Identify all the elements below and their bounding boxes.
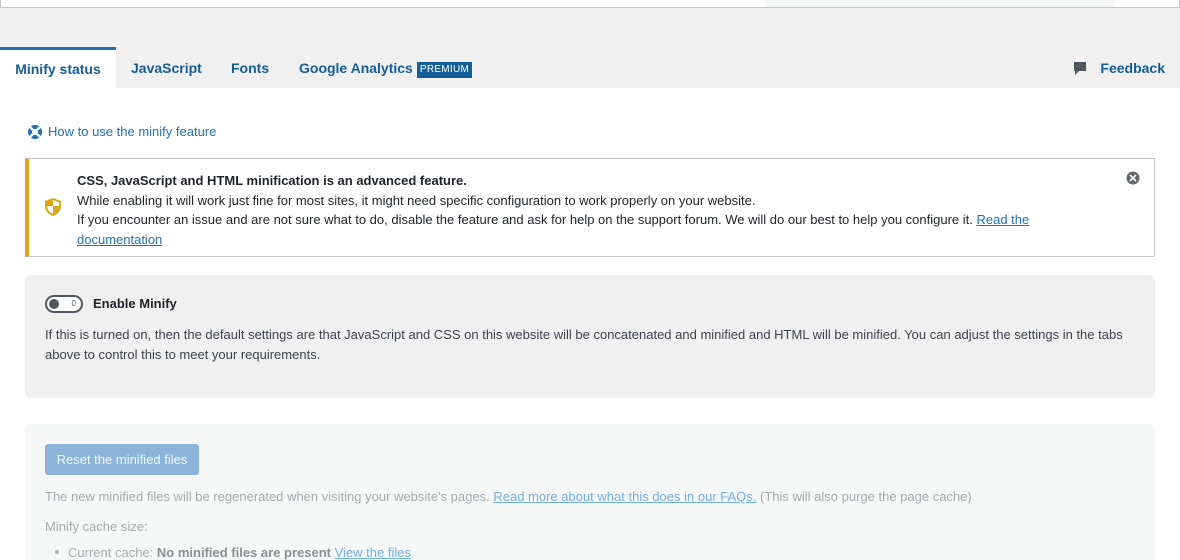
tab-javascript[interactable]: JavaScript xyxy=(131,47,202,88)
feedback-label: Feedback xyxy=(1100,60,1165,76)
tab-bar: Minify status JavaScript Fonts Google An… xyxy=(0,47,1180,88)
reset-description: The new minified files will be regenerat… xyxy=(45,489,972,504)
warning-notice: CSS, JavaScript and HTML minification is… xyxy=(25,158,1155,257)
top-bar xyxy=(0,0,1180,8)
enable-minify-description: If this is turned on, then the default s… xyxy=(45,327,1123,362)
top-strip-right xyxy=(765,0,1115,7)
close-icon[interactable] xyxy=(1126,171,1140,185)
toggle-knob xyxy=(49,299,59,309)
bullet xyxy=(55,550,59,554)
reset-text-before: The new minified files will be regenerat… xyxy=(45,489,490,504)
current-cache-label: Current cache: xyxy=(68,545,154,560)
current-cache-value: No minified files are present xyxy=(156,545,331,560)
notice-line2: If you encounter an issue and are not su… xyxy=(77,210,1067,249)
reset-panel: Reset the minified files The new minifie… xyxy=(25,424,1155,560)
reset-text-after: (This will also purge the page cache) xyxy=(760,489,972,504)
enable-minify-panel: 0 Enable Minify If this is turned on, th… xyxy=(25,275,1155,398)
tab-google-analytics-label: Google Analytics xyxy=(299,60,413,76)
tab-minify-status[interactable]: Minify status xyxy=(0,47,116,88)
tab-google-analytics[interactable]: Google Analytics PREMIUM xyxy=(299,47,473,88)
notice-title: CSS, JavaScript and HTML minification is… xyxy=(77,173,467,188)
notice-text: CSS, JavaScript and HTML minification is… xyxy=(77,171,1067,249)
view-files-link[interactable]: View the files xyxy=(335,545,411,560)
main-content: How to use the minify feature CSS, JavaS… xyxy=(0,88,1180,560)
notice-line1: While enabling it will work just fine fo… xyxy=(77,192,756,208)
enable-minify-toggle[interactable]: 0 xyxy=(45,295,83,313)
cache-size-label: Minify cache size: xyxy=(45,519,148,534)
reset-minified-button[interactable]: Reset the minified files xyxy=(45,444,199,475)
feedback-link[interactable]: Feedback xyxy=(1074,47,1165,88)
premium-badge: PREMIUM xyxy=(416,62,473,78)
tab-fonts[interactable]: Fonts xyxy=(231,47,269,88)
howto-label: How to use the minify feature xyxy=(48,124,217,139)
toggle-state: 0 xyxy=(71,299,76,308)
feedback-icon xyxy=(1074,62,1087,75)
notice-line2-text: If you encounter an issue and are not su… xyxy=(77,212,973,227)
shield-icon xyxy=(45,198,61,216)
cache-list-item: Current cache: No minified files are pre… xyxy=(55,545,411,560)
enable-minify-label: Enable Minify xyxy=(93,296,177,311)
lifebuoy-icon xyxy=(28,125,42,139)
faq-link[interactable]: Read more about what this does in our FA… xyxy=(493,489,756,504)
